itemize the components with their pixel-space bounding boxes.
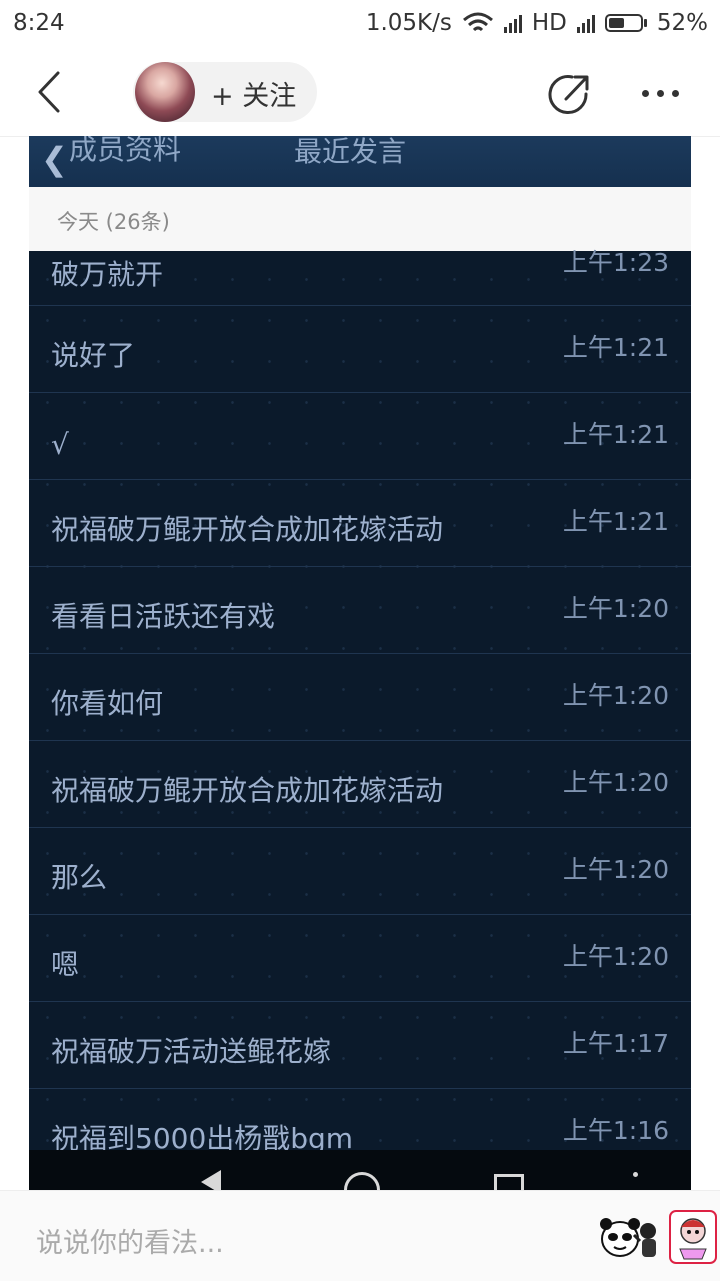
nav-menu-icon <box>633 1172 638 1177</box>
message-time: 上午1:20 <box>562 681 669 710</box>
status-time: 8:24 <box>13 10 65 36</box>
message-time: 上午1:17 <box>562 1029 669 1058</box>
message-time: 上午1:20 <box>562 942 669 971</box>
message-text: 你看如何 <box>51 687 164 720</box>
status-bar: 8:24 1.05K/s HD 52% <box>0 0 720 48</box>
message-time: 上午1:21 <box>562 420 669 449</box>
message-time: 上午1:16 <box>562 1116 669 1145</box>
share-icon[interactable] <box>548 72 592 116</box>
message-time: 上午1:23 <box>562 248 669 277</box>
message-time: 上午1:20 <box>562 594 669 623</box>
chevron-left-icon: ❮ <box>41 140 68 178</box>
screenshot-back-tab: 成员资料 <box>69 136 182 166</box>
message-time: 上午1:21 <box>562 333 669 362</box>
message-time: 上午1:20 <box>562 855 669 884</box>
battery-percent: 52% <box>656 10 708 36</box>
message-text: √ <box>51 428 69 461</box>
nav-recents-icon <box>494 1174 524 1190</box>
message-text: 祝福破万鲲开放合成加花嫁活动 <box>51 774 444 807</box>
message-text: 嗯 <box>51 948 80 981</box>
follow-button[interactable]: + 关注 <box>211 74 296 113</box>
avatar[interactable] <box>135 62 195 122</box>
more-options-icon[interactable] <box>642 90 679 97</box>
message-list: 破万就开 上午1:23 说好了 上午1:21 √ 上午1:21 祝福破万鲲开放合成加花嫁活动… <box>29 248 691 1176</box>
message-time: 上午1:21 <box>562 507 669 536</box>
post-screenshot-image[interactable]: ❮ 成员资料 最近发言 今天 (26条) 破万就开 上午1:23 说好了 上午1:21… <box>29 136 691 1190</box>
message-text: 破万就开 <box>51 258 164 291</box>
nav-home-icon <box>344 1172 380 1190</box>
nav-back-icon <box>201 1170 221 1190</box>
message-text: 那么 <box>51 861 108 894</box>
hd-label: HD <box>531 10 567 36</box>
message-row: 祝福破万鲲开放合成加花嫁活动 上午1:21 <box>29 480 691 567</box>
screenshot-title-tab: 最近发言 <box>294 136 407 168</box>
message-row: 祝福破万活动送鲲花嫁 上午1:17 <box>29 1002 691 1089</box>
net-speed: 1.05K/s <box>365 10 452 36</box>
day-header: 今天 (26条) <box>29 187 691 251</box>
back-arrow-icon[interactable] <box>30 70 70 114</box>
panda-sticker-icon[interactable] <box>600 1215 662 1261</box>
message-row: 嗯 上午1:20 <box>29 915 691 1002</box>
signal-icon-2 <box>576 13 595 33</box>
message-row: 破万就开 上午1:23 <box>29 248 691 306</box>
screenshot-top-bar: ❮ 成员资料 最近发言 <box>29 136 691 187</box>
message-text: 祝福破万活动送鲲花嫁 <box>51 1035 332 1068</box>
battery-icon <box>604 14 647 32</box>
comment-input[interactable]: 说说你的看法... <box>36 1221 224 1260</box>
signal-icon <box>503 13 522 33</box>
screenshot-nav-bar <box>29 1150 691 1190</box>
message-text: 看看日活跃还有戏 <box>51 600 276 633</box>
day-header-label: 今天 (26条) <box>57 210 170 234</box>
follow-pill[interactable]: + 关注 <box>133 62 317 122</box>
message-row: 看看日活跃还有戏 上午1:20 <box>29 567 691 654</box>
message-row: 你看如何 上午1:20 <box>29 654 691 741</box>
message-row: √ 上午1:21 <box>29 393 691 480</box>
anime-sticker-icon[interactable] <box>668 1209 718 1265</box>
app-header: + 关注 <box>0 48 720 137</box>
message-row: 说好了 上午1:21 <box>29 306 691 393</box>
message-text: 祝福破万鲲开放合成加花嫁活动 <box>51 513 444 546</box>
message-row: 那么 上午1:20 <box>29 828 691 915</box>
message-time: 上午1:20 <box>562 768 669 797</box>
message-text: 说好了 <box>51 339 136 372</box>
wifi-icon <box>462 12 493 32</box>
message-row: 祝福破万鲲开放合成加花嫁活动 上午1:20 <box>29 741 691 828</box>
comment-bar: 说说你的看法... <box>0 1190 720 1281</box>
